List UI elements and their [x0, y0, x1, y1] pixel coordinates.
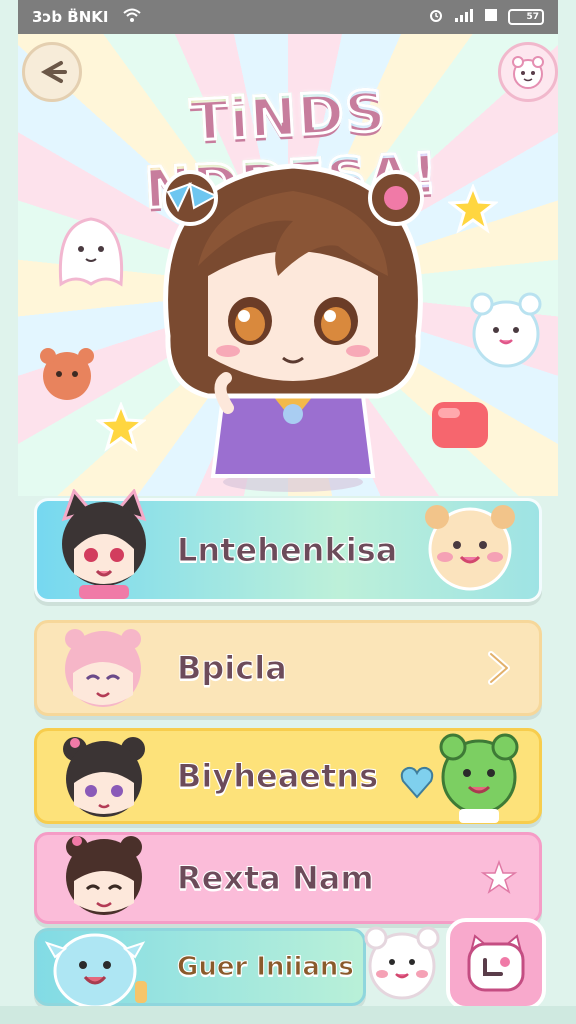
- bunny-sticker-icon: [470, 292, 542, 368]
- cat-girl-avatar-icon: [61, 489, 147, 599]
- star-icon[interactable]: [479, 858, 519, 898]
- hero-character-illustration: [162, 163, 424, 492]
- status-bar: 3ɔb B̈NKI 57: [18, 0, 558, 34]
- heart-icon: [400, 766, 434, 799]
- hero-banner: TiNDS NDDESA!: [18, 34, 558, 496]
- sim-icon: [484, 7, 498, 27]
- back-button[interactable]: [22, 42, 82, 102]
- menu-item-2[interactable]: Bpicla: [34, 620, 542, 716]
- menu-item-4[interactable]: Rexta Nam: [34, 832, 542, 924]
- bear-sticker-icon: [40, 348, 94, 400]
- floating-action-button[interactable]: [446, 918, 546, 1010]
- bun-girl-avatar-icon: [63, 737, 145, 817]
- kawaii-cat-icon: [467, 934, 525, 992]
- back-arrow-icon: [40, 61, 67, 83]
- battery-icon: 57: [508, 9, 544, 25]
- chevron-right-icon: [479, 648, 519, 688]
- app-screen: 3ɔb B̈NKI 57 TiNDS NDDESA!: [0, 0, 576, 1024]
- menu-item-label: Guer Iniians: [177, 952, 355, 983]
- frog-avatar-icon: [439, 733, 519, 823]
- menu-item-3[interactable]: Biyheaetns: [34, 728, 542, 824]
- blue-blob-avatar-icon: [44, 933, 147, 1009]
- bottom-nav-strip: [0, 1006, 576, 1024]
- wifi-icon: [122, 7, 142, 27]
- menu-item-label: Bpicla: [177, 649, 288, 688]
- ghost-sticker-icon: [58, 217, 124, 287]
- alarm-icon: [428, 7, 444, 27]
- menu-item-label: Rexta Nam: [177, 859, 375, 898]
- pink-girl-avatar-icon: [65, 629, 141, 707]
- brown-girl-avatar-icon: [66, 836, 142, 915]
- menu-item-label: Biyheaetns: [176, 757, 379, 796]
- signal-icon: [454, 7, 474, 27]
- white-bear-avatar-icon: [364, 926, 440, 1000]
- hamster-avatar-icon: [425, 505, 515, 591]
- menu-item-1[interactable]: Lntehenkisa: [34, 489, 542, 602]
- status-left-text: 3ɔb B̈NKI: [32, 8, 109, 26]
- menu-item-label: Lntehenkisa: [176, 531, 398, 570]
- menu-item-5[interactable]: Guer Iniians: [34, 928, 366, 1009]
- battery-level: 57: [526, 12, 539, 22]
